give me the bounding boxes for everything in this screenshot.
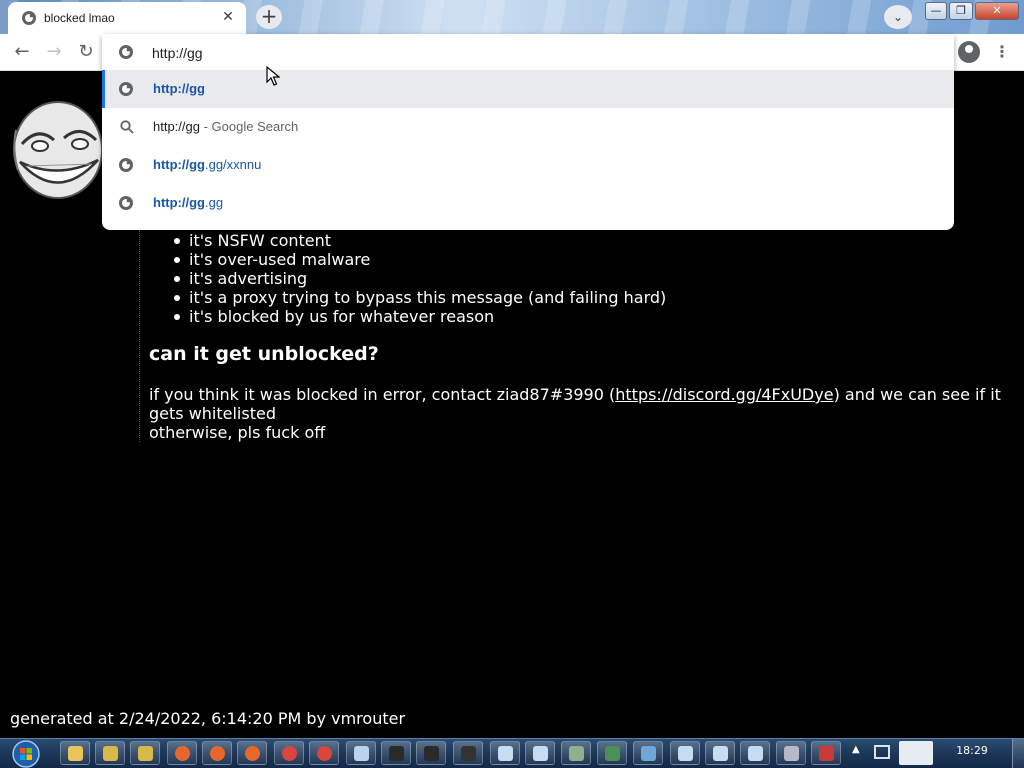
cmd-icon[interactable] <box>381 741 411 765</box>
list-item: it's NSFW content <box>173 231 666 250</box>
firefox-icon[interactable] <box>202 741 232 765</box>
settings-icon[interactable] <box>633 741 663 765</box>
tab-title: blocked lmao <box>44 11 115 25</box>
folder-icon[interactable] <box>60 741 90 765</box>
globe-icon <box>119 45 133 59</box>
globe-icon <box>119 82 133 96</box>
new-tab-button[interactable]: + <box>256 5 282 29</box>
cmd-icon[interactable] <box>416 741 446 765</box>
content-divider <box>139 230 140 442</box>
search-icon <box>120 120 134 134</box>
chrome-icon[interactable] <box>274 741 304 765</box>
start-button[interactable] <box>7 739 45 768</box>
doc-icon[interactable] <box>525 741 555 765</box>
back-button[interactable]: ← <box>10 40 34 64</box>
maximize-button[interactable]: ❐ <box>949 2 973 20</box>
menu-button[interactable]: ⋮ <box>994 40 1010 64</box>
doc-icon[interactable] <box>740 741 770 765</box>
list-item: it's blocked by us for whatever reason <box>173 307 666 326</box>
network-tray-icon[interactable] <box>874 745 890 759</box>
explorer-icon[interactable] <box>95 741 125 765</box>
omnibox-dropdown: http://gg http://gg - Google Search http… <box>102 34 954 230</box>
forward-button[interactable]: → <box>42 40 66 64</box>
suggestion-text: http://gg <box>153 81 205 96</box>
window-icon[interactable] <box>346 741 376 765</box>
suggestion-text: http://gg.gg/xxnnu <box>153 157 262 172</box>
trollface-image <box>13 101 103 199</box>
tab-blocked-lmao[interactable]: blocked lmao ✕ <box>8 2 246 34</box>
close-window-button[interactable]: ✕ <box>975 2 1019 20</box>
discord-link[interactable]: https://discord.gg/4FxUDye <box>615 385 833 404</box>
suggestion-text: http://gg - Google Search <box>153 119 299 134</box>
taskbar-clock[interactable]: 18:29 <box>942 744 1002 757</box>
address-bar-input[interactable] <box>152 44 912 62</box>
list-item: it's a proxy trying to bypass this messa… <box>173 288 667 307</box>
explorer-icon[interactable] <box>130 741 160 765</box>
minimize-button[interactable]: — <box>925 2 947 20</box>
list-item: it's advertising <box>173 269 666 288</box>
unblock-paragraph: if you think it was blocked in error, co… <box>149 385 1019 442</box>
firefox-icon[interactable] <box>167 741 197 765</box>
unblock-heading: can it get unblocked? <box>149 343 379 365</box>
doc-icon[interactable] <box>705 741 735 765</box>
profile-icon[interactable] <box>958 41 980 63</box>
suggestion-2[interactable]: http://gg - Google Search <box>102 108 954 146</box>
tray-blank-box <box>899 741 933 765</box>
close-icon[interactable]: ✕ <box>220 9 236 25</box>
fax-icon[interactable] <box>811 741 841 765</box>
block-reasons-list: it's NSFW content it's over-used malware… <box>173 231 667 326</box>
chrome-icon[interactable] <box>309 741 339 765</box>
tray-expand-icon[interactable]: ▲ <box>852 744 860 755</box>
suggestion-3[interactable]: http://gg.gg/xxnnu <box>102 146 954 184</box>
printer-icon[interactable] <box>776 741 806 765</box>
globe-icon <box>119 158 133 172</box>
para-text-before: if you think it was blocked in error, co… <box>149 385 616 404</box>
network-icon[interactable] <box>561 741 591 765</box>
monitor-icon[interactable] <box>597 741 627 765</box>
suggestion-4[interactable]: http://gg.gg <box>102 184 954 222</box>
generated-footer: generated at 2/24/2022, 6:14:20 PM by vm… <box>10 709 406 728</box>
suggestion-1[interactable]: http://gg <box>102 70 954 108</box>
para-line-2: otherwise, pls fuck off <box>149 423 326 442</box>
firefox-icon[interactable] <box>237 741 267 765</box>
mouse-cursor-icon <box>266 66 280 86</box>
doc-icon[interactable] <box>670 741 700 765</box>
globe-icon <box>22 11 36 25</box>
doc-icon[interactable] <box>490 741 520 765</box>
show-desktop-button[interactable] <box>1012 739 1024 768</box>
list-item: it's over-used malware <box>173 250 666 269</box>
globe-icon <box>119 196 133 210</box>
tab-search-button[interactable]: ⌄ <box>884 5 912 29</box>
reload-button[interactable]: ↻ <box>74 40 98 64</box>
browser-window: blocked lmao ✕ + ⌄ — ❐ ✕ ← → ↻ ⋮ http://… <box>0 0 1024 768</box>
suggestion-text: http://gg.gg <box>153 195 224 210</box>
7zip-icon[interactable] <box>453 741 483 765</box>
